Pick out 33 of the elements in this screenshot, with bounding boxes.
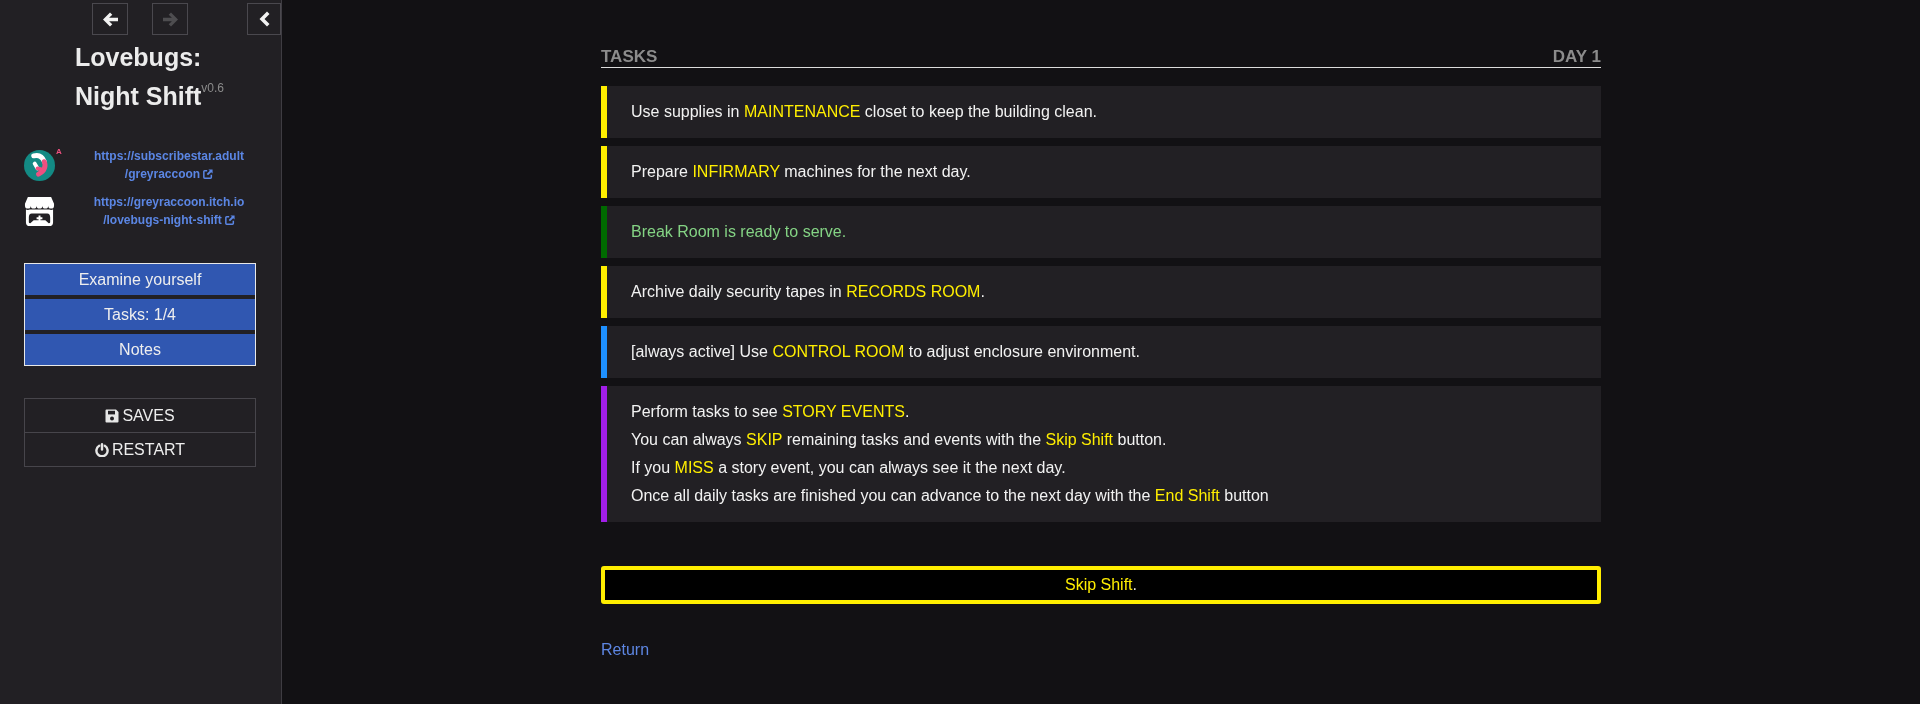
external-link[interactable]: https://subscribestar.adult /greyraccoon [94, 147, 244, 183]
power-icon [94, 442, 109, 457]
saves-button[interactable]: SAVES [24, 398, 256, 433]
menu-item[interactable]: Notes [25, 334, 255, 365]
store-controller-icon [24, 195, 55, 227]
menu-item[interactable]: Examine yourself [25, 264, 255, 295]
external-link-icon [203, 169, 214, 179]
task-text: Perform tasks to see STORY EVENTS. [631, 402, 911, 422]
skip-shift-button[interactable]: Skip Shift. [601, 566, 1601, 604]
arrow-right-icon [161, 11, 179, 27]
day-label: DAY 1 [1552, 46, 1601, 67]
chevron-left-icon [258, 11, 270, 27]
task-text: Archive daily security tapes in RECORDS ROOM. [631, 282, 985, 302]
arrow-left-icon [101, 11, 119, 27]
external-link-icon [224, 215, 235, 225]
task-text: Break Room is ready to serve. [631, 222, 847, 242]
back-button[interactable] [92, 3, 128, 35]
task-text: If you MISS a story event, you can always see it the next day. [631, 458, 1067, 478]
task-text: Once all daily tasks are finished you can advance to the next day with the End Shift button [631, 486, 1269, 506]
task-text: You can always SKIP remaining tasks and events with the Skip Shift button. [631, 430, 1168, 450]
external-link[interactable]: https://greyraccoon.itch.io /lovebugs-night-shift [93, 193, 245, 229]
task-text: Use supplies in MAINTENANCE closet to keep the building clean. [631, 102, 1097, 122]
badge-label: A [56, 146, 62, 156]
menu-item[interactable]: Tasks: 1/4 [25, 299, 255, 330]
circle-logo-icon [24, 149, 55, 181]
restart-button[interactable]: RESTART [24, 432, 256, 467]
task-text: [always active] Use CONTROL ROOM to adjust enclosure environment. [631, 342, 1140, 362]
section-title: TASKS [601, 46, 658, 67]
version-label: v0.6 [201, 81, 225, 95]
task-text: Prepare INFIRMARY machines for the next day. [631, 162, 971, 182]
game-title: Lovebugs: Night Shift [75, 43, 202, 110]
collapse-button[interactable] [247, 3, 281, 35]
return-link[interactable]: Return [601, 641, 650, 658]
